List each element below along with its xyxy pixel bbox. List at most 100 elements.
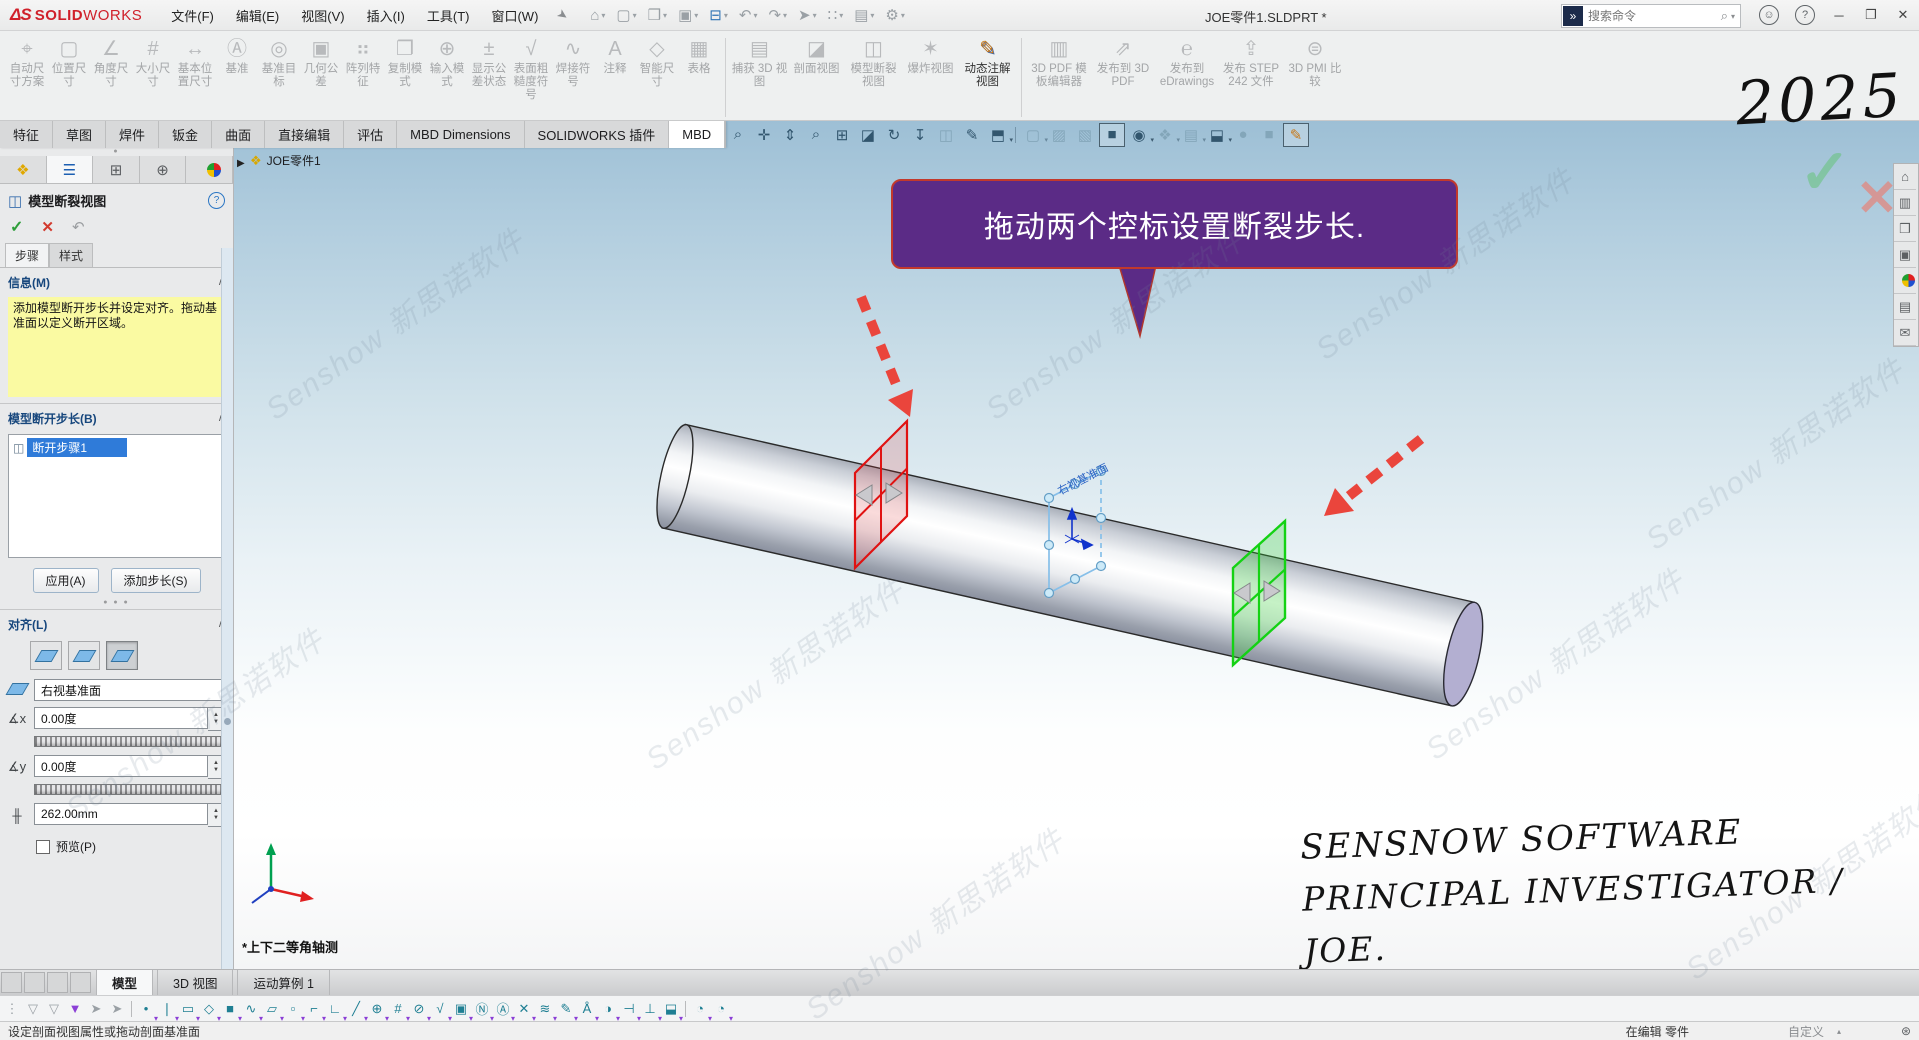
zoom-to-fit-icon[interactable]: ⌕	[726, 124, 750, 146]
new-document-icon[interactable]: ▢▾	[612, 5, 640, 25]
user-account-icon[interactable]: ☺	[1759, 5, 1779, 25]
preview-checkbox[interactable]	[36, 840, 50, 854]
polygon-tool-icon[interactable]: ◇	[199, 999, 219, 1019]
undo-button[interactable]: ↶	[72, 218, 85, 236]
section-view-icon[interactable]: ◪	[856, 124, 880, 146]
line-tool-icon[interactable]: ❘	[157, 999, 177, 1019]
redo-icon[interactable]: ↷▾	[764, 5, 791, 25]
panel-subtab[interactable]: 步骤	[5, 243, 49, 267]
view-orientation-icon[interactable]: ⬒	[986, 124, 1010, 146]
note-a-tool-icon[interactable]: Ⓐ	[493, 999, 513, 1019]
ribbon-tab[interactable]: 钣金	[159, 121, 212, 148]
datum-target[interactable]: ◎ 基准目标	[258, 35, 300, 102]
apply-scene-icon[interactable]: ▤	[1179, 124, 1203, 146]
menu-item[interactable]: 视图(V)	[290, 1, 355, 30]
ribbon-tab[interactable]: 焊件	[106, 121, 159, 148]
design-library-icon[interactable]: ▣	[1894, 242, 1916, 268]
publish-step-242[interactable]: ⇪ 发布 STEP 242 文件	[1219, 35, 1283, 89]
custom-properties-icon[interactable]: ▤	[1894, 294, 1916, 320]
tab-configurationmanager[interactable]: ⊞	[93, 156, 140, 183]
info-section-header[interactable]: 信息(M)	[8, 274, 218, 291]
section-view[interactable]: ◪ 剖面视图	[788, 35, 845, 89]
center-point-tool-icon[interactable]: ⊕	[367, 999, 387, 1019]
minimize-button[interactable]: ─	[1831, 8, 1847, 23]
tab-featuremanager[interactable]: ❖	[0, 156, 47, 183]
selection-filter-icon[interactable]: ∷▾	[824, 5, 848, 25]
panel-subtab[interactable]: 样式	[49, 243, 93, 267]
spline-tool-icon[interactable]: ∿	[241, 999, 261, 1019]
appearances-icon[interactable]: ●	[1894, 268, 1916, 294]
separator[interactable]	[682, 999, 689, 1019]
edit-appearance-icon[interactable]: ❖	[1153, 124, 1177, 146]
panel-scrollbar[interactable]	[221, 248, 233, 969]
break-step-item[interactable]: ◫ 断开步骤1	[11, 438, 222, 457]
ribbon-tab[interactable]: SOLIDWORKS 插件	[525, 121, 670, 148]
tolerance-box-tool-icon[interactable]: ▣	[451, 999, 471, 1019]
break-steps-section-header[interactable]: 模型断开步长(B)	[8, 410, 218, 427]
menu-item[interactable]: 编辑(E)	[225, 1, 290, 30]
zoom-to-area-icon[interactable]: ⊞	[830, 124, 854, 146]
panel-splitter[interactable]: ●	[0, 148, 233, 154]
save-icon[interactable]: ▣▾	[674, 5, 702, 25]
menu-item[interactable]: 插入(I)	[356, 1, 416, 30]
filter-edit-icon[interactable]: ▽	[44, 999, 64, 1019]
magnifying-glass-icon[interactable]: ⌕	[804, 124, 828, 146]
confirmation-cancel-icon[interactable]: ✕	[1856, 169, 1898, 227]
exploded-view[interactable]: ✶ 爆炸视图	[902, 35, 959, 89]
shaded-icon[interactable]: ■	[1099, 123, 1125, 147]
graphics-viewport[interactable]: 右视基准面	[233, 121, 1919, 969]
angle-x-slider[interactable]	[34, 736, 225, 747]
3d-pmi-compare[interactable]: ⊜ 3D PMI 比较	[1283, 35, 1347, 89]
smart-dimension[interactable]: ◇ 智能尺寸	[636, 35, 678, 102]
ribbon-tab[interactable]: MBD	[669, 121, 725, 148]
document-tab[interactable]: 3D 视图	[157, 970, 233, 995]
surface-finish-symbol[interactable]: √ 表面粗糙度符号	[510, 35, 552, 102]
options-gear-icon[interactable]: ⚙▾	[881, 5, 908, 25]
distance-field[interactable]: 262.00mm	[34, 803, 208, 825]
print-icon[interactable]: ⊟▾	[705, 5, 732, 25]
wireframe-icon[interactable]: ▢	[1021, 124, 1045, 146]
plug-left-tool-icon[interactable]: ⊣	[619, 999, 639, 1019]
note[interactable]: A 注释	[594, 35, 636, 102]
datum[interactable]: Ⓐ 基准	[216, 35, 258, 102]
capture-3d-view[interactable]: ▤ 捕获 3D 视图	[731, 35, 788, 89]
size-dimension[interactable]: # 大小尺寸	[132, 35, 174, 102]
sphere-icon[interactable]: ●	[1231, 124, 1255, 146]
pencil-tool-icon[interactable]: ✎	[556, 999, 576, 1019]
table[interactable]: ▦ 表格	[678, 35, 720, 102]
rectangle-tool-icon[interactable]: ▭	[178, 999, 198, 1019]
pattern-feature[interactable]: ⠶ 阵列特征	[342, 35, 384, 102]
view-settings-icon[interactable]: ⬓	[1205, 124, 1229, 146]
search-dropdown-icon[interactable]: ▾	[1731, 12, 1740, 21]
import-scheme[interactable]: ⊕ 输入模式	[426, 35, 468, 102]
weld-symbol[interactable]: ∿ 焊接符号	[552, 35, 594, 102]
plug-mid-tool-icon[interactable]: ⊥	[640, 999, 660, 1019]
hidden-lines-removed-icon[interactable]: ▨	[1047, 124, 1071, 146]
feature-tree-root[interactable]: ❖ JOE零件1	[250, 152, 321, 169]
separator[interactable]	[1015, 127, 1016, 143]
shaded-with-edges-icon[interactable]: ▧	[1073, 124, 1097, 146]
align-xy-button[interactable]	[30, 641, 62, 670]
open-folder-icon[interactable]: ❒	[1894, 216, 1916, 242]
tab-displaymanager[interactable]: ●	[186, 156, 233, 183]
rotate-view-icon[interactable]: ↻	[882, 124, 906, 146]
doc-angle2-tool-icon[interactable]: ◔	[711, 999, 731, 1019]
eraser-tool-icon[interactable]: ⊘	[409, 999, 429, 1019]
select-cursor-icon[interactable]: ➤	[86, 999, 106, 1019]
point-tool-icon[interactable]: •	[136, 999, 156, 1019]
view-normal-to-icon[interactable]: ↧	[908, 124, 932, 146]
add-step-button[interactable]: 添加步长(S)	[111, 568, 201, 593]
open-icon[interactable]: ❒▾	[644, 5, 671, 25]
magnify-n-tool-icon[interactable]: Ⓝ	[472, 999, 492, 1019]
publish-to-3d-pdf[interactable]: ⇗ 发布到 3D PDF	[1091, 35, 1155, 89]
confirmation-ok-icon[interactable]: ✓	[1799, 135, 1851, 208]
show-tolerance-status[interactable]: ± 显示公差状态	[468, 35, 510, 102]
separator[interactable]	[128, 999, 135, 1019]
break-steps-list[interactable]: ◫ 断开步骤1	[8, 434, 225, 558]
ribbon-tab[interactable]: 草图	[53, 121, 106, 148]
menu-item[interactable]: 窗口(W)	[480, 1, 549, 30]
model-break-view[interactable]: ◫ 模型断裂视图	[845, 35, 902, 89]
surface-finish-tool-icon[interactable]: √	[430, 999, 450, 1019]
3d-pdf-template-editor[interactable]: ▥ 3D PDF 模板编辑器	[1027, 35, 1091, 89]
home-icon[interactable]: ⌂▾	[586, 6, 609, 25]
